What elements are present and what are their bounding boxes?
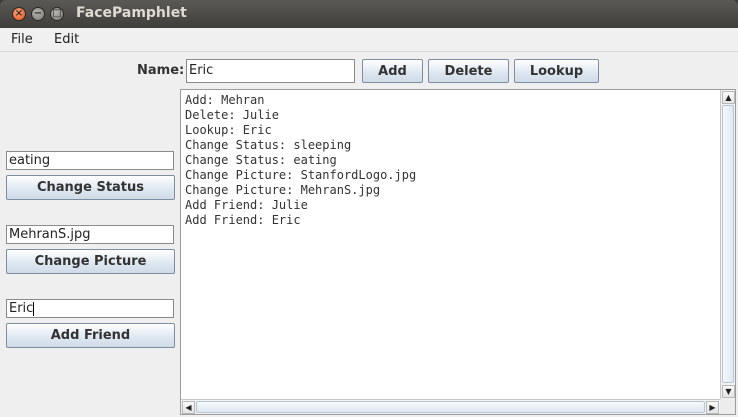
menu-bar: File Edit: [0, 28, 738, 52]
window-title: FacePamphlet: [76, 5, 187, 21]
close-button[interactable]: ×: [12, 7, 26, 21]
lookup-button[interactable]: Lookup: [514, 59, 599, 83]
log-lines: Add: Mehran Delete: Julie Lookup: Eric Chan…: [181, 93, 416, 228]
horizontal-scrollbar[interactable]: ◀ ▶: [181, 399, 720, 414]
log-line: Add: Mehran: [185, 93, 265, 107]
log-line: Change Status: eating: [185, 153, 337, 167]
text-caret: [33, 301, 35, 316]
menu-file[interactable]: File: [11, 32, 33, 47]
delete-button[interactable]: Delete: [428, 59, 509, 83]
name-label: Name:: [137, 63, 185, 78]
add-button[interactable]: Add: [362, 59, 423, 83]
log-line: Change Status: sleeping: [185, 138, 352, 152]
friend-input-value: Eric: [9, 301, 34, 316]
scroll-left-icon[interactable]: ◀: [182, 401, 195, 414]
scroll-up-icon[interactable]: ▲: [722, 91, 735, 104]
log-line: Add Friend: Julie: [185, 198, 308, 212]
menu-edit[interactable]: Edit: [54, 32, 79, 47]
status-input[interactable]: eating: [6, 151, 174, 170]
name-input[interactable]: Eric: [186, 59, 355, 83]
vertical-scroll-thumb[interactable]: [722, 105, 734, 383]
log-line: Change Picture: MehranS.jpg: [185, 183, 381, 197]
log-line: Change Picture: StanfordLogo.jpg: [185, 168, 417, 182]
change-status-button[interactable]: Change Status: [6, 175, 175, 200]
log-text-area[interactable]: Add: Mehran Delete: Julie Lookup: Eric Chan…: [180, 89, 736, 415]
friend-input[interactable]: Eric: [6, 299, 174, 318]
picture-input[interactable]: MehranS.jpg: [6, 225, 174, 244]
app-window: File Edit Name: Eric Add Delete Lookup e…: [0, 28, 738, 417]
maximize-button[interactable]: □: [50, 7, 64, 21]
horizontal-scroll-thumb[interactable]: [196, 401, 705, 413]
change-picture-button[interactable]: Change Picture: [6, 249, 175, 274]
title-bar[interactable]: × − □ FacePamphlet: [0, 0, 738, 28]
scroll-down-icon[interactable]: ▼: [722, 385, 735, 398]
scroll-right-icon[interactable]: ▶: [706, 401, 719, 414]
vertical-scrollbar[interactable]: ▲ ▼: [720, 90, 735, 399]
log-line: Delete: Julie: [185, 108, 279, 122]
scroll-corner: [720, 399, 735, 414]
minimize-button[interactable]: −: [31, 7, 45, 21]
log-line: Lookup: Eric: [185, 123, 272, 137]
add-friend-button[interactable]: Add Friend: [6, 323, 175, 348]
log-line: Add Friend: Eric: [185, 213, 301, 227]
